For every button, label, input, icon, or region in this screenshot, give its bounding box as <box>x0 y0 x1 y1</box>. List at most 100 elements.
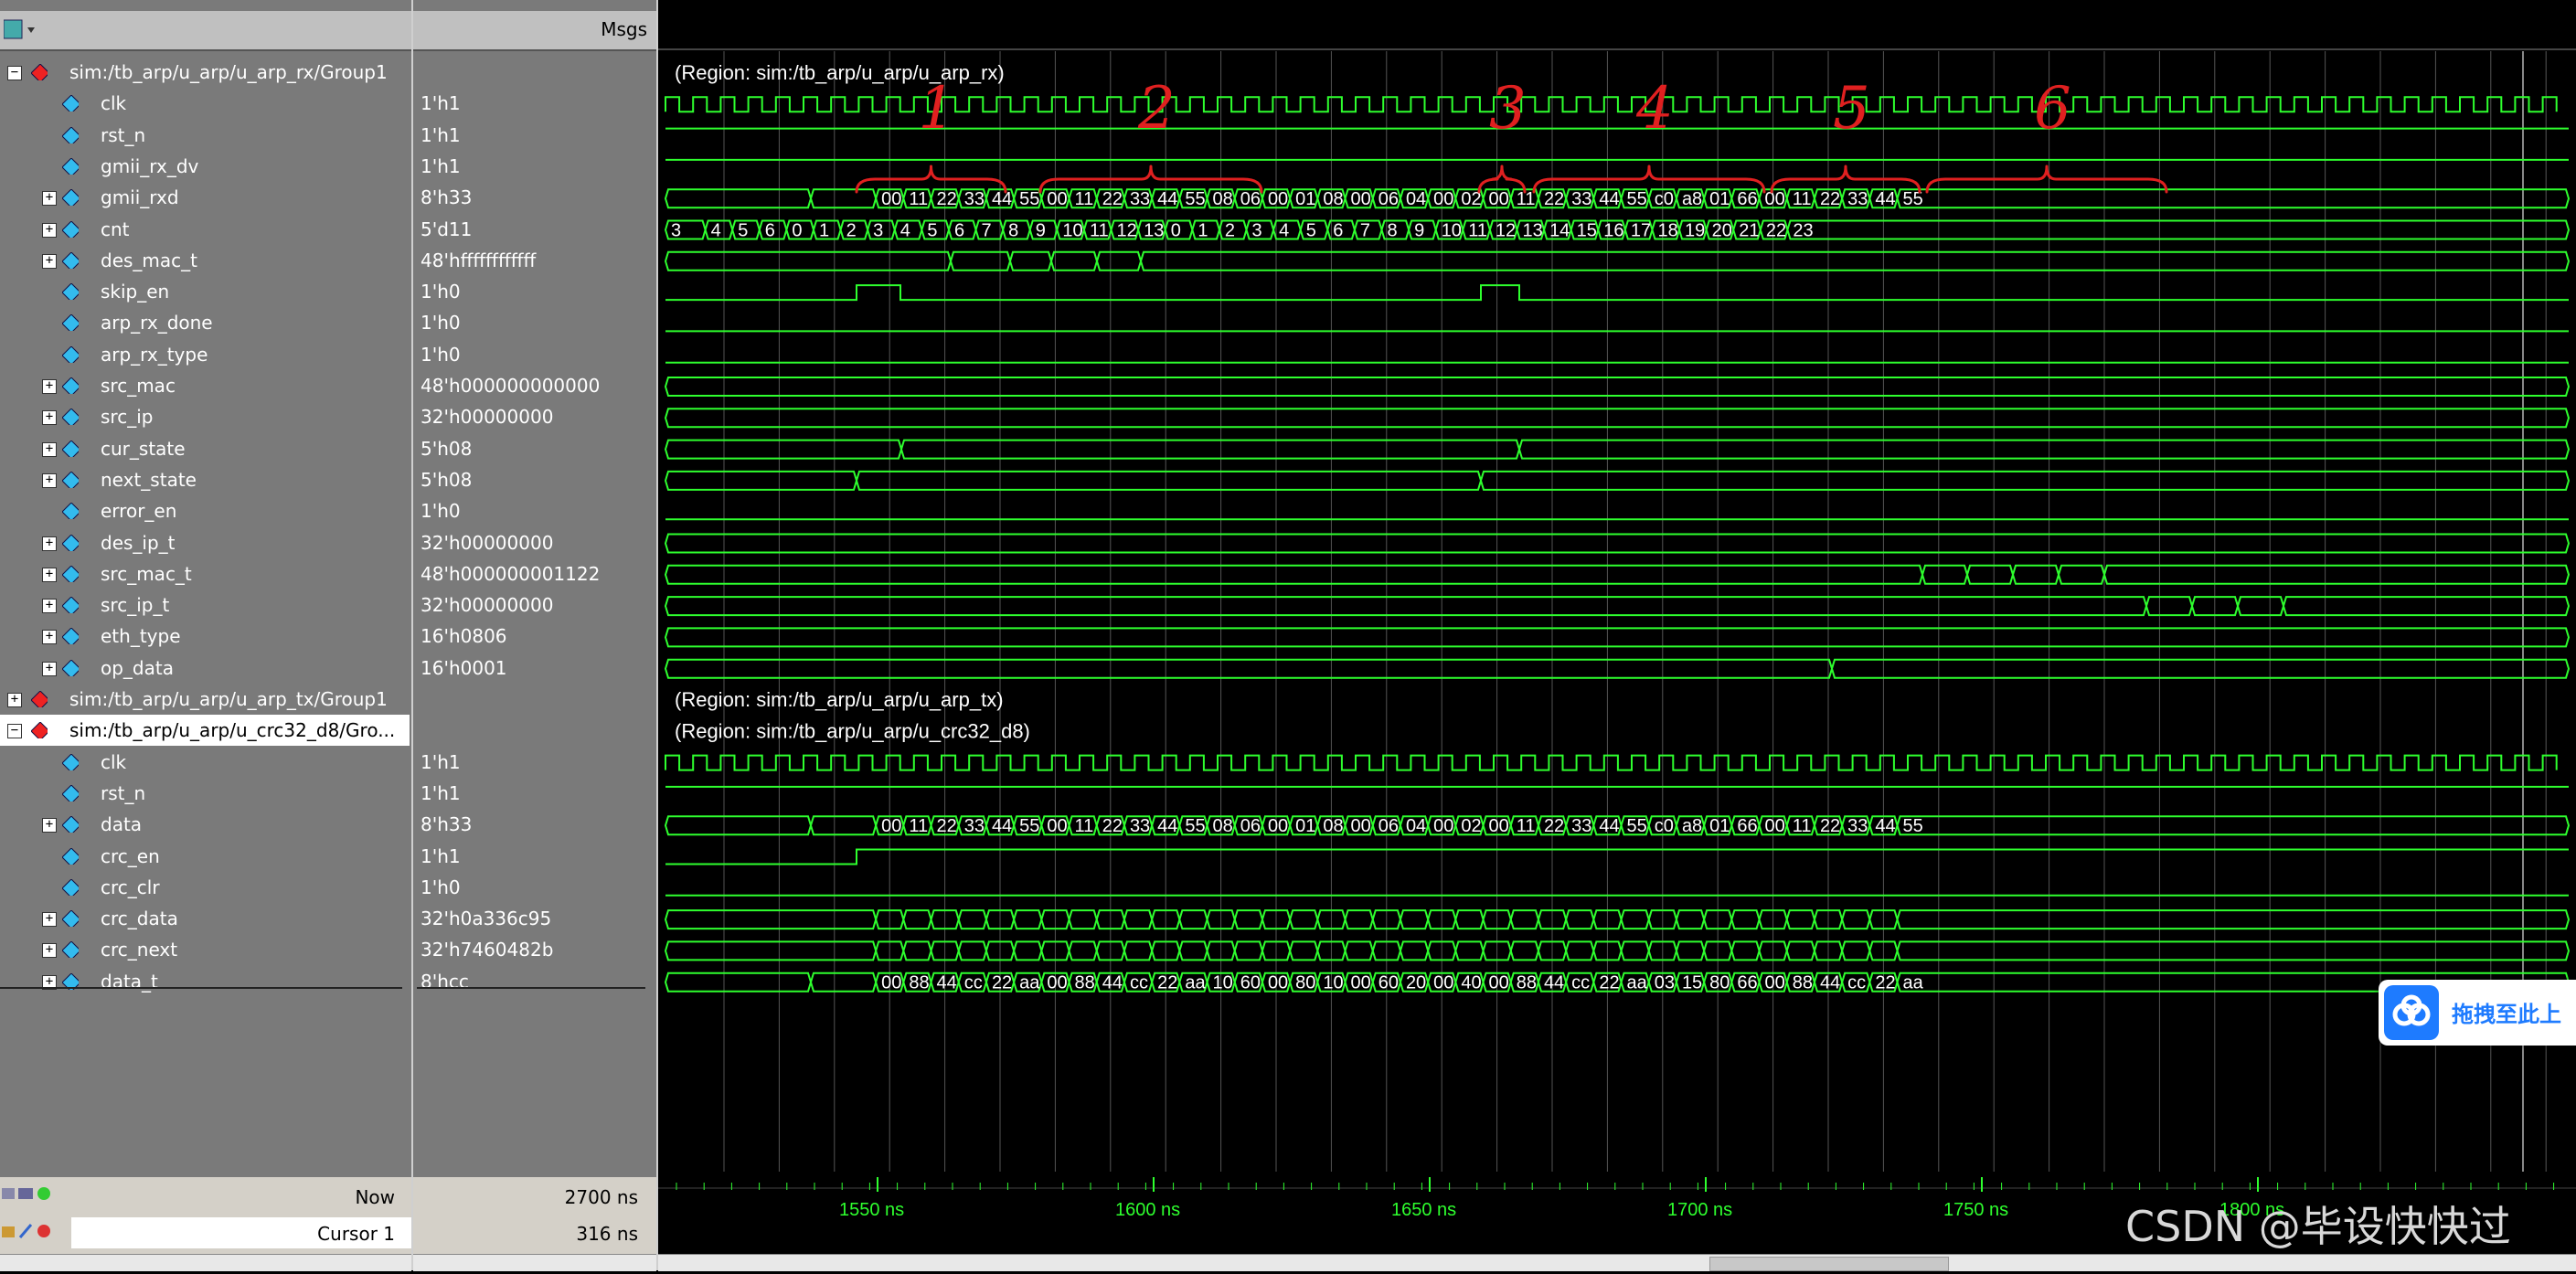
bus-cell <box>902 909 932 930</box>
expand-icon[interactable]: + <box>42 912 57 928</box>
bus-value-label: 00 <box>1268 189 1288 209</box>
signal-value: 32'h0a336c95 <box>420 908 552 930</box>
signal-row[interactable]: + cnt <box>0 214 410 245</box>
bus-value-label: 33 <box>964 816 985 836</box>
signal-row[interactable]: gmii_rx_dv <box>0 151 410 182</box>
signal-value: 1'h0 <box>420 343 461 366</box>
signal-row[interactable]: + crc_data <box>0 903 410 934</box>
bus-value-label: 0 <box>1171 221 1181 241</box>
collapse-icon[interactable]: − <box>7 724 22 739</box>
signal-row[interactable]: + src_mac <box>0 370 410 401</box>
signal-row[interactable]: crc_en <box>0 841 410 872</box>
values-scrollbar[interactable] <box>413 1254 656 1271</box>
signal-group-row[interactable]: + sim:/tb_arp/u_arp/u_arp_tx/Group1 <box>0 684 410 715</box>
cursor-add-icon[interactable] <box>2 1184 66 1205</box>
bus-value-label: 44 <box>1820 973 1840 993</box>
bus-cell <box>1233 940 1263 961</box>
signal-row[interactable]: + next_state <box>0 464 410 495</box>
bus-cell <box>1399 940 1430 961</box>
waveform-pane[interactable]: (Region: sim:/tb_arp/u_arp/u_arp_rx) (Reg… <box>658 0 2576 1270</box>
bus-cell <box>1233 909 1263 930</box>
bus-value-label: 19 <box>1685 221 1705 241</box>
expand-icon[interactable]: + <box>42 661 57 676</box>
signal-row[interactable]: + des_ip_t <box>0 527 410 558</box>
bus-cell <box>1841 909 1871 930</box>
bus-value-label: 22 <box>1544 189 1564 209</box>
bus-value-label: 44 <box>1544 973 1564 993</box>
bus-value-label: cc <box>1130 973 1148 993</box>
signal-name: gmii_rxd <box>101 186 179 209</box>
expand-icon[interactable]: + <box>42 536 57 551</box>
expand-icon[interactable]: + <box>42 441 57 457</box>
bus-value-label: 10 <box>1442 221 1462 241</box>
signal-row[interactable]: rst_n <box>0 778 410 809</box>
signal-row[interactable]: skip_en <box>0 276 410 307</box>
signal-row[interactable]: clk <box>0 747 410 778</box>
collapse-icon[interactable]: − <box>7 66 22 80</box>
bus-value-label: 44 <box>1875 189 1895 209</box>
bus-value-label: 33 <box>1571 189 1591 209</box>
signal-row[interactable]: + cur_state <box>0 433 410 464</box>
signal-row[interactable]: + src_ip <box>0 401 410 432</box>
signal-row[interactable]: error_en <box>0 495 410 526</box>
wave-scroll-thumb[interactable] <box>1709 1257 1949 1271</box>
bus-cell <box>1830 658 2571 679</box>
signal-row[interactable]: + src_mac_t <box>0 558 410 589</box>
signal-row[interactable]: arp_rx_done <box>0 307 410 338</box>
bus-value-label: 00 <box>1268 973 1288 993</box>
signal-row[interactable]: + src_ip_t <box>0 589 410 621</box>
expand-icon[interactable]: + <box>42 599 57 614</box>
signal-group-row[interactable]: − sim:/tb_arp/u_arp/u_crc32_d8/Gro... <box>0 715 410 747</box>
bus-cell <box>664 909 878 930</box>
signal-name: src_mac_t <box>101 562 192 585</box>
signal-name: arp_rx_done <box>101 312 213 334</box>
bus-cell <box>1178 940 1208 961</box>
signal-row[interactable]: + gmii_rxd <box>0 182 410 213</box>
expand-icon[interactable]: + <box>42 567 57 582</box>
signal-row[interactable]: + data_t <box>0 966 410 997</box>
expand-icon[interactable]: + <box>42 630 57 645</box>
signal-row[interactable]: + op_data <box>0 653 410 684</box>
wave-tools-icon[interactable] <box>4 18 44 42</box>
expand-icon[interactable]: + <box>42 410 57 426</box>
signal-row[interactable]: clk <box>0 88 410 119</box>
cursor-lock-icon[interactable] <box>2 1221 66 1241</box>
expand-icon[interactable]: + <box>42 379 57 394</box>
signal-name: cnt <box>101 218 130 240</box>
names-scrollbar[interactable] <box>0 1254 411 1271</box>
expand-icon[interactable]: + <box>42 818 57 833</box>
upload-drop-popup[interactable]: 拖拽至此上 <box>2379 980 2576 1046</box>
signal-group-row[interactable]: − sim:/tb_arp/u_arp/u_arp_rx/Group1 <box>0 57 410 88</box>
cursor-label[interactable]: Cursor 1 <box>317 1223 395 1245</box>
signal-row[interactable]: arp_rx_type <box>0 339 410 370</box>
bus-value-label: 08 <box>1323 189 1343 209</box>
signal-row[interactable]: + crc_next <box>0 934 410 965</box>
signal-diamond-icon <box>62 471 79 488</box>
bus-value-label: 9 <box>1414 221 1424 241</box>
bus-value-label: 22 <box>1599 973 1619 993</box>
signal-row[interactable]: crc_clr <box>0 872 410 903</box>
signal-row[interactable]: rst_n <box>0 120 410 151</box>
waveform-canvas[interactable]: (Region: sim:/tb_arp/u_arp/u_arp_rx)(Reg… <box>658 0 2576 1270</box>
signal-row[interactable]: + data <box>0 809 410 840</box>
expand-icon[interactable]: + <box>42 943 57 959</box>
wave-scrollbar[interactable] <box>658 1254 2576 1271</box>
expand-icon[interactable]: + <box>7 693 22 707</box>
footer-values: 2700 ns 316 ns <box>413 1177 656 1271</box>
bus-cell <box>664 470 858 491</box>
signal-row[interactable]: + des_mac_t <box>0 245 410 276</box>
signal-diamond-icon <box>62 409 79 426</box>
signal-row[interactable]: + eth_type <box>0 621 410 652</box>
signal-name: crc_en <box>101 844 160 867</box>
bus-cell <box>809 971 878 993</box>
expand-icon[interactable]: + <box>42 222 57 238</box>
annotation-number: 3 <box>1489 75 1527 143</box>
bus-value-label: 00 <box>1433 816 1453 836</box>
expand-icon[interactable]: + <box>42 253 57 269</box>
signal-diamond-icon <box>62 440 79 457</box>
expand-icon[interactable]: + <box>42 472 57 488</box>
bus-value-label: 08 <box>1213 816 1233 836</box>
bus-value-label: 40 <box>1461 973 1481 993</box>
expand-icon[interactable]: + <box>42 191 57 207</box>
bus-value-label: 22 <box>1102 816 1123 836</box>
